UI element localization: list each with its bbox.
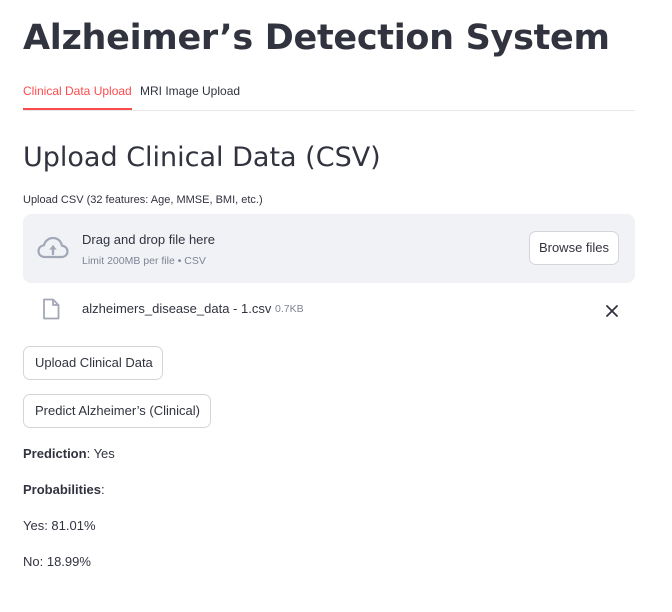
uploaded-file-name: alzheimers_disease_data - 1.csv: [82, 301, 272, 316]
file-dropzone[interactable]: Drag and drop file here Limit 200MB per …: [23, 214, 635, 283]
uploaded-file-size: 0.7KB: [275, 303, 304, 315]
dropzone-limit: Limit 200MB per file • CSV: [82, 255, 206, 267]
prediction-result: Prediction: Yes: [23, 445, 115, 463]
tab-mri-image-upload[interactable]: MRI Image Upload: [140, 74, 240, 108]
tab-bar: Clinical Data Upload MRI Image Upload: [23, 74, 635, 111]
section-heading: Upload Clinical Data (CSV): [23, 142, 381, 173]
prediction-value: : Yes: [86, 446, 115, 461]
file-icon: [43, 298, 60, 320]
page-title: Alzheimer’s Detection System: [23, 18, 610, 58]
uploaded-file-row: alzheimers_disease_data - 1.csv 0.7KB: [23, 292, 635, 328]
probabilities-heading: Probabilities:: [23, 481, 105, 499]
tab-clinical-data-upload[interactable]: Clinical Data Upload: [23, 74, 132, 110]
browse-files-button[interactable]: Browse files: [529, 231, 619, 265]
dropzone-instructions: Drag and drop file here: [82, 232, 215, 247]
prediction-label: Prediction: [23, 446, 87, 461]
uploader-label: Upload CSV (32 features: Age, MMSE, BMI,…: [23, 194, 263, 206]
close-icon[interactable]: [603, 302, 621, 320]
probabilities-colon: :: [101, 482, 105, 497]
probabilities-label: Probabilities: [23, 482, 102, 497]
predict-clinical-button[interactable]: Predict Alzheimer’s (Clinical): [23, 394, 211, 428]
probability-yes: Yes: 81.01%: [23, 518, 96, 533]
probability-no: No: 18.99%: [23, 554, 91, 569]
cloud-upload-icon: [37, 236, 69, 259]
upload-clinical-data-button[interactable]: Upload Clinical Data: [23, 346, 163, 380]
